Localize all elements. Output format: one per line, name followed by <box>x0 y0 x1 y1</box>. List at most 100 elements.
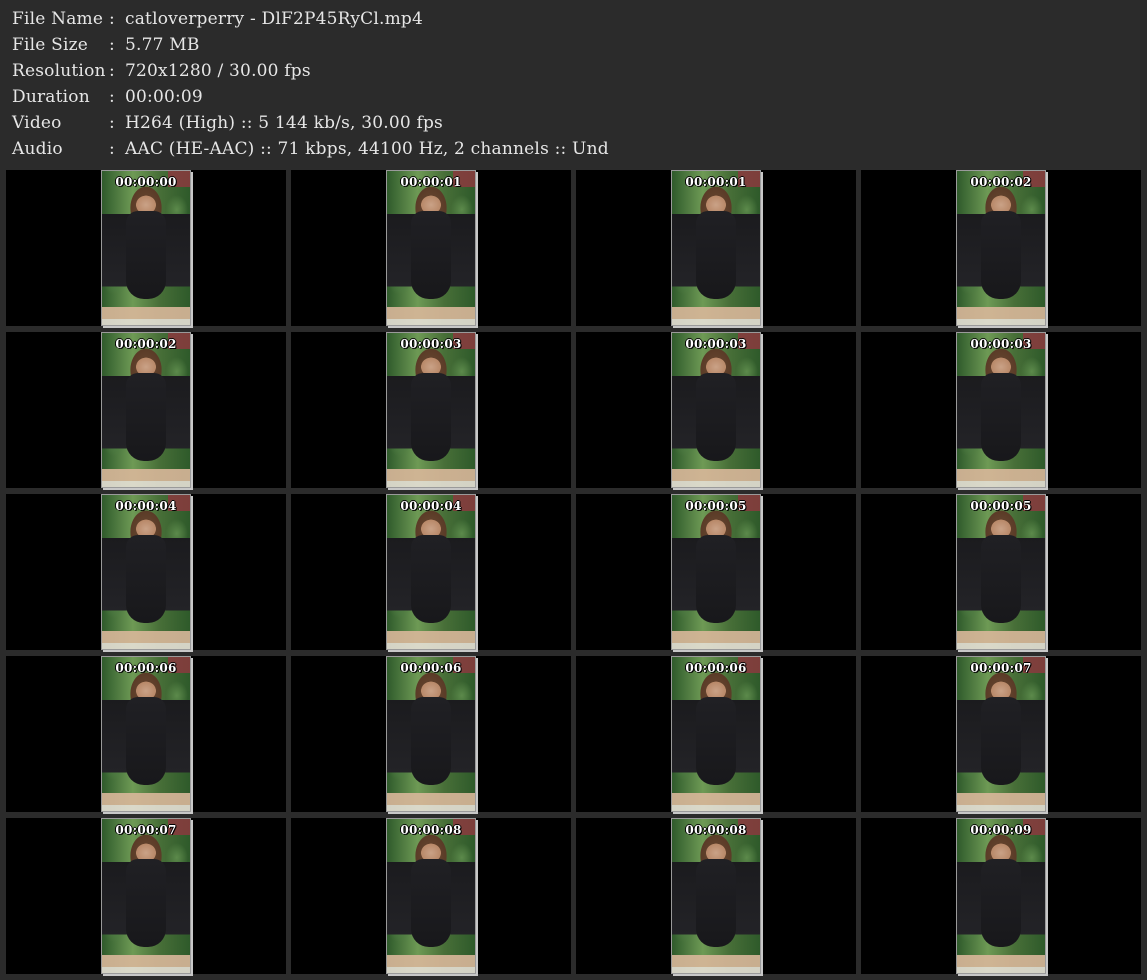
frame-subject <box>981 373 1021 461</box>
frame-timestamp: 00:00:03 <box>400 337 462 351</box>
meta-value: catloverperry - DlF2P45RyCl.mp4 <box>125 9 424 29</box>
frame-timestamp: 00:00:05 <box>685 499 747 513</box>
video-frame-thumbnail: 00:00:06 <box>386 656 476 812</box>
thumbnail-cell: 00:00:07 <box>861 656 1141 812</box>
frame-timestamp: 00:00:04 <box>115 499 177 513</box>
frame-timestamp: 00:00:04 <box>400 499 462 513</box>
frame-subject <box>126 859 166 947</box>
video-frame-thumbnail: 00:00:03 <box>386 332 476 488</box>
thumbnail-cell: 00:00:08 <box>576 818 856 974</box>
frame-subject <box>696 373 736 461</box>
thumbnail-cell: 00:00:07 <box>6 818 286 974</box>
frame-timestamp: 00:00:02 <box>115 337 177 351</box>
frame-subject <box>126 211 166 299</box>
frame-timestamp: 00:00:00 <box>115 175 177 189</box>
thumbnail-cell: 00:00:05 <box>576 494 856 650</box>
frame-timestamp: 00:00:01 <box>400 175 462 189</box>
frame-timestamp: 00:00:01 <box>685 175 747 189</box>
thumbnail-cell: 00:00:01 <box>576 170 856 326</box>
video-frame-thumbnail: 00:00:06 <box>101 656 191 812</box>
meta-key: File Name <box>12 9 104 29</box>
meta-value: 00:00:09 <box>125 87 203 107</box>
meta-value: AAC (HE-AAC) :: 71 kbps, 44100 Hz, 2 cha… <box>125 139 609 159</box>
frame-timestamp: 00:00:07 <box>115 823 177 837</box>
video-frame-thumbnail: 00:00:02 <box>956 170 1046 326</box>
meta-key: Resolution <box>12 61 106 81</box>
video-frame-thumbnail: 00:00:04 <box>386 494 476 650</box>
frame-subject <box>696 535 736 623</box>
frame-subject <box>411 535 451 623</box>
meta-separator: : <box>109 113 115 133</box>
frame-subject <box>411 211 451 299</box>
thumbnail-grid: 00:00:00 00:00:01 00:00:01 00:00:02 00:00:02… <box>6 170 1141 978</box>
frame-subject <box>411 859 451 947</box>
meta-separator: : <box>109 35 115 55</box>
frame-subject <box>411 697 451 785</box>
thumbnail-cell: 00:00:02 <box>6 332 286 488</box>
video-frame-thumbnail: 00:00:01 <box>671 170 761 326</box>
thumbnail-cell: 00:00:03 <box>291 332 571 488</box>
frame-subject <box>981 859 1021 947</box>
frame-timestamp: 00:00:06 <box>115 661 177 675</box>
frame-subject <box>126 697 166 785</box>
video-frame-thumbnail: 00:00:05 <box>671 494 761 650</box>
meta-value: 5.77 MB <box>125 35 200 55</box>
thumbnail-cell: 00:00:04 <box>291 494 571 650</box>
thumbnail-cell: 00:00:04 <box>6 494 286 650</box>
frame-timestamp: 00:00:09 <box>970 823 1032 837</box>
frame-subject <box>126 373 166 461</box>
thumbnail-cell: 00:00:03 <box>576 332 856 488</box>
meta-separator: : <box>109 9 115 29</box>
frame-timestamp: 00:00:06 <box>400 661 462 675</box>
video-frame-thumbnail: 00:00:07 <box>956 656 1046 812</box>
meta-value: H264 (High) :: 5 144 kb/s, 30.00 fps <box>125 113 443 133</box>
video-frame-thumbnail: 00:00:00 <box>101 170 191 326</box>
meta-row-video: Video : H264 (High) :: 5 144 kb/s, 30.00… <box>12 110 1132 136</box>
meta-separator: : <box>109 87 115 107</box>
frame-subject <box>696 211 736 299</box>
meta-key: File Size <box>12 35 89 55</box>
thumbnail-cell: 00:00:08 <box>291 818 571 974</box>
frame-timestamp: 00:00:03 <box>970 337 1032 351</box>
meta-value: 720x1280 / 30.00 fps <box>125 61 311 81</box>
meta-row-duration: Duration : 00:00:09 <box>12 84 1132 110</box>
meta-separator: : <box>109 61 115 81</box>
meta-key: Duration <box>12 87 90 107</box>
frame-timestamp: 00:00:06 <box>685 661 747 675</box>
frame-timestamp: 00:00:08 <box>400 823 462 837</box>
video-frame-thumbnail: 00:00:09 <box>956 818 1046 974</box>
meta-row-audio: Audio : AAC (HE-AAC) :: 71 kbps, 44100 H… <box>12 136 1132 162</box>
frame-timestamp: 00:00:03 <box>685 337 747 351</box>
meta-row-file-name: File Name : catloverperry - DlF2P45RyCl.… <box>12 6 1132 32</box>
thumbnail-cell: 00:00:02 <box>861 170 1141 326</box>
file-metadata-panel: File Name : catloverperry - DlF2P45RyCl.… <box>12 6 1132 162</box>
video-frame-thumbnail: 00:00:01 <box>386 170 476 326</box>
video-frame-thumbnail: 00:00:03 <box>671 332 761 488</box>
video-frame-thumbnail: 00:00:06 <box>671 656 761 812</box>
frame-subject <box>411 373 451 461</box>
video-frame-thumbnail: 00:00:08 <box>671 818 761 974</box>
frame-subject <box>981 535 1021 623</box>
thumbnail-cell: 00:00:03 <box>861 332 1141 488</box>
meta-key: Video <box>12 113 62 133</box>
frame-timestamp: 00:00:08 <box>685 823 747 837</box>
meta-row-resolution: Resolution : 720x1280 / 30.00 fps <box>12 58 1132 84</box>
video-frame-thumbnail: 00:00:04 <box>101 494 191 650</box>
frame-subject <box>696 859 736 947</box>
thumbnail-cell: 00:00:06 <box>291 656 571 812</box>
frame-subject <box>126 535 166 623</box>
meta-key: Audio <box>12 139 63 159</box>
thumbnail-cell: 00:00:06 <box>576 656 856 812</box>
thumbnail-cell: 00:00:06 <box>6 656 286 812</box>
video-frame-thumbnail: 00:00:02 <box>101 332 191 488</box>
frame-subject <box>981 697 1021 785</box>
video-frame-thumbnail: 00:00:07 <box>101 818 191 974</box>
video-frame-thumbnail: 00:00:03 <box>956 332 1046 488</box>
frame-timestamp: 00:00:05 <box>970 499 1032 513</box>
thumbnail-cell: 00:00:01 <box>291 170 571 326</box>
video-frame-thumbnail: 00:00:05 <box>956 494 1046 650</box>
frame-timestamp: 00:00:02 <box>970 175 1032 189</box>
frame-timestamp: 00:00:07 <box>970 661 1032 675</box>
thumbnail-cell: 00:00:05 <box>861 494 1141 650</box>
meta-separator: : <box>109 139 115 159</box>
